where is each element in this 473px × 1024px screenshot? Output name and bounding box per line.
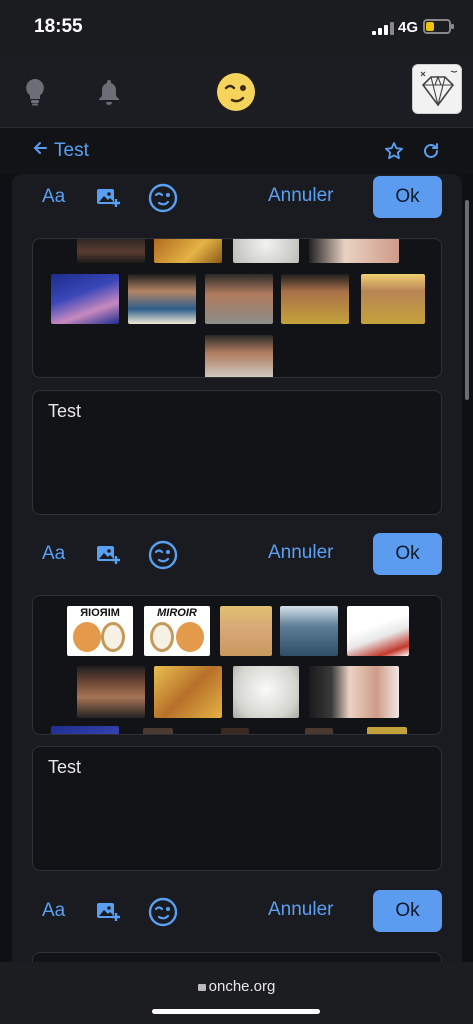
sticker-laughing-man[interactable] — [221, 728, 249, 734]
emoji-icon[interactable] — [148, 897, 178, 932]
status-bar: 18:55 4G — [0, 0, 473, 56]
sticker-popcorn-man[interactable] — [143, 728, 173, 734]
url-text: onche.org — [208, 978, 276, 995]
sticker-white-cat[interactable] — [233, 239, 299, 263]
home-indicator[interactable] — [152, 1009, 320, 1014]
font-format-button[interactable]: Aa — [42, 900, 65, 922]
cancel-button[interactable]: Annuler — [268, 542, 334, 564]
message-text: Test — [48, 401, 82, 421]
font-format-button[interactable]: Aa — [42, 186, 65, 208]
sticker-pink-panther[interactable] — [51, 274, 119, 324]
browser-url-bar[interactable]: onche.org — [0, 962, 473, 1024]
bell-icon[interactable] — [97, 78, 121, 111]
sticker-white-cat[interactable] — [233, 666, 299, 718]
sticker-panel[interactable] — [32, 238, 442, 378]
topic-bar: Test — [0, 128, 473, 174]
clock: 18:55 — [34, 16, 83, 37]
sticker-yelling-dwarf[interactable] — [154, 666, 222, 718]
add-image-icon[interactable] — [96, 186, 120, 213]
add-image-icon[interactable] — [96, 543, 120, 570]
sticker-laughing-man[interactable] — [205, 274, 273, 324]
sticker-crowned-man[interactable] — [361, 274, 425, 324]
message-textarea[interactable]: Test — [32, 390, 442, 515]
sticker-miroir-cat[interactable]: MIROIR — [67, 606, 133, 656]
add-image-icon[interactable] — [96, 900, 120, 927]
font-format-button[interactable]: Aa — [42, 543, 65, 565]
emoji-icon[interactable] — [148, 183, 178, 218]
sticker-blurred-face[interactable] — [77, 666, 145, 718]
sticker-crying-man[interactable] — [281, 274, 349, 324]
star-icon[interactable] — [384, 141, 404, 166]
cancel-button[interactable]: Annuler — [268, 185, 334, 207]
back-button[interactable]: Test — [32, 140, 89, 162]
sticker-pink-panther[interactable] — [51, 726, 119, 734]
emoji-icon[interactable] — [148, 540, 178, 575]
sticker-goofy[interactable] — [347, 606, 409, 656]
editor-toolbar: Aa Annuler Ok — [12, 888, 462, 934]
network-type: 4G — [398, 19, 419, 36]
sticker-sleeping-man[interactable] — [309, 239, 399, 263]
ok-button[interactable]: Ok — [373, 533, 442, 575]
reply-card: Aa Annuler Ok Test Aa Annuler Ok MIROIR … — [12, 174, 462, 974]
diamond-avatar[interactable] — [412, 64, 462, 114]
topic-title: Test — [54, 140, 89, 161]
editor-toolbar: Aa Annuler Ok — [12, 174, 462, 220]
message-textarea[interactable]: Test — [32, 746, 442, 871]
lightbulb-icon[interactable] — [24, 78, 46, 111]
sticker-popcorn-man[interactable] — [128, 274, 196, 324]
sticker-miroir-cat-2[interactable]: MIROIR — [144, 606, 210, 656]
sticker-yelling-dwarf[interactable] — [154, 239, 222, 263]
sticker-fisherman[interactable] — [280, 606, 338, 656]
arrow-left-icon — [32, 140, 48, 162]
scrollbar[interactable] — [465, 200, 469, 400]
sticker-pointing-man[interactable] — [205, 335, 273, 377]
message-text: Test — [48, 757, 82, 777]
refresh-icon[interactable] — [421, 141, 441, 166]
ok-button[interactable]: Ok — [373, 176, 442, 218]
ok-button[interactable]: Ok — [373, 890, 442, 932]
cancel-button[interactable]: Annuler — [268, 899, 334, 921]
lock-icon — [197, 984, 206, 991]
sticker-sleeping-man[interactable] — [309, 666, 399, 718]
editor-toolbar: Aa Annuler Ok — [12, 531, 462, 577]
app-header — [0, 56, 473, 128]
sticker-crowned-man[interactable] — [367, 727, 407, 734]
battery-icon — [423, 19, 454, 34]
sticker-blurred-face[interactable] — [77, 239, 145, 263]
smiley-wink-icon[interactable] — [216, 72, 256, 112]
signal-icon — [372, 22, 394, 35]
sticker-panel[interactable]: MIROIR MIROIR — [32, 595, 442, 735]
sticker-crying-man[interactable] — [305, 728, 333, 734]
sticker-blond-man[interactable] — [220, 606, 272, 656]
